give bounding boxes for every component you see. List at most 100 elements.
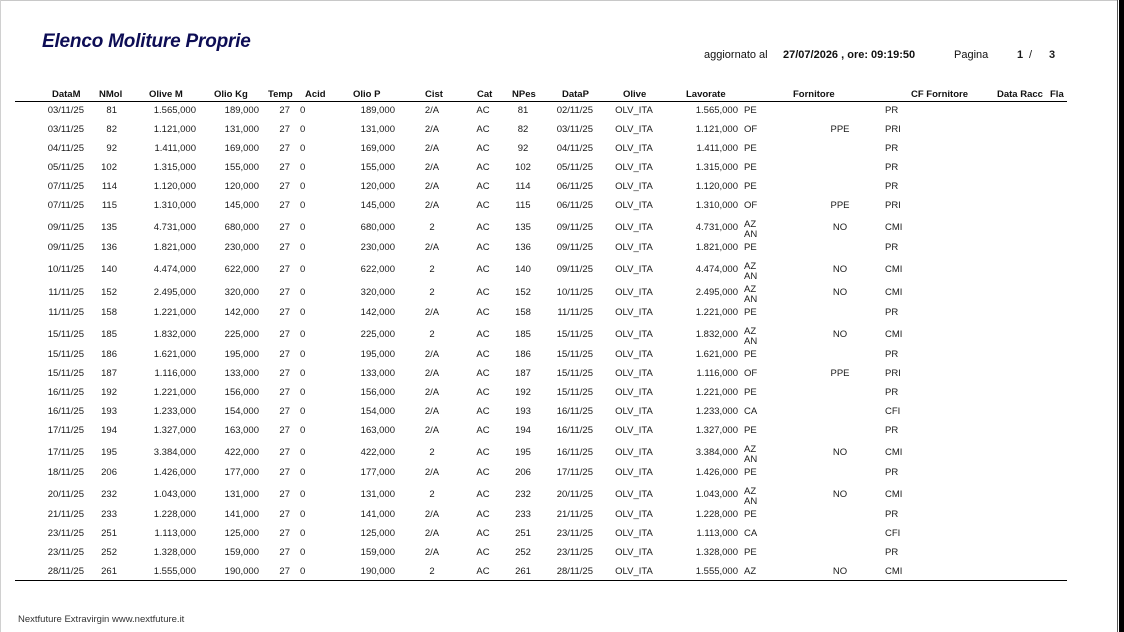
cell-lavorate: 1.832,000 bbox=[695, 329, 738, 340]
cell-cat: AC bbox=[476, 181, 490, 192]
cell-temp: 27 bbox=[279, 349, 290, 360]
cell-fornitore-type: PE bbox=[744, 425, 757, 436]
col-header-acid: Acid bbox=[305, 89, 326, 100]
cell-olio-kg: 320,000 bbox=[224, 287, 259, 298]
updated-timestamp: 27/07/2026 , ore: 09:19:50 bbox=[783, 49, 916, 61]
cell-olio-kg: 189,000 bbox=[224, 105, 259, 116]
cell-olive-m: 1.233,000 bbox=[153, 406, 196, 417]
cell-olive: OLV_ITA bbox=[615, 287, 653, 298]
cell-fornitore: PPE bbox=[830, 200, 850, 211]
cell-olio-p: 230,000 bbox=[360, 242, 395, 253]
cell-acid: 0 bbox=[300, 200, 306, 211]
cell-temp: 27 bbox=[279, 489, 290, 500]
cell-temp: 27 bbox=[279, 200, 290, 211]
report-title: Elenco Moliture Proprie bbox=[42, 31, 251, 52]
cell-olio-kg: 155,000 bbox=[224, 162, 259, 173]
col-header-cf-fornitore: CF Fornitore bbox=[911, 89, 968, 100]
cell-npes: 187 bbox=[515, 368, 531, 379]
cell-olive-m: 1.327,000 bbox=[153, 425, 196, 436]
table-row: 03/11/25 81 1.565,000 189,000 27 0 189,000 2/A A… bbox=[0, 103, 1067, 122]
cell-cat: AC bbox=[476, 547, 490, 558]
cell-olive-m: 1.121,000 bbox=[153, 124, 196, 135]
cell-fornitore-type: CA bbox=[744, 528, 758, 539]
cell-olive-m: 1.555,000 bbox=[153, 566, 196, 577]
cell-olio-p: 131,000 bbox=[360, 489, 395, 500]
cell-datap: 21/11/25 bbox=[556, 509, 593, 520]
cell-lavorate: 1.565,000 bbox=[695, 105, 738, 116]
cell-olio-p: 159,000 bbox=[360, 547, 395, 558]
cell-npes: 102 bbox=[515, 162, 531, 173]
col-header-fornitore: Fornitore bbox=[793, 89, 835, 100]
cell-lavorate: 1.555,000 bbox=[695, 566, 738, 577]
cell-nmol: 252 bbox=[101, 547, 117, 558]
cell-olio-p: 190,000 bbox=[360, 566, 395, 577]
table-row: 16/11/25 192 1.221,000 156,000 27 0 156,000 2/A… bbox=[0, 385, 1067, 404]
cell-olio-kg: 177,000 bbox=[224, 467, 259, 478]
table-row: 09/11/25 135 4.731,000 680,000 27 0 680,000 2 AC… bbox=[0, 217, 1067, 240]
col-header-nmol: NMol bbox=[99, 89, 123, 100]
cell-cat: AC bbox=[476, 162, 490, 173]
cell-cf-fornitore: PR bbox=[885, 143, 899, 154]
cell-fornitore: NO bbox=[832, 222, 848, 233]
cell-cat: AC bbox=[476, 200, 490, 211]
cell-olio-p: 169,000 bbox=[360, 143, 395, 154]
cell-acid: 0 bbox=[300, 387, 306, 398]
cell-cf-fornitore: CFI bbox=[885, 406, 901, 417]
cell-temp: 27 bbox=[279, 447, 290, 458]
cell-datam: 11/11/25 bbox=[48, 287, 84, 298]
cell-cist: 2/A bbox=[424, 368, 440, 379]
cell-cat: AC bbox=[476, 349, 490, 360]
cell-acid: 0 bbox=[300, 242, 306, 253]
col-header-lavorate: Lavorate bbox=[686, 89, 726, 100]
cell-olive: OLV_ITA bbox=[615, 387, 653, 398]
cell-olive-m: 1.821,000 bbox=[153, 242, 196, 253]
cell-olio-kg: 145,000 bbox=[224, 200, 259, 211]
cell-olio-kg: 190,000 bbox=[224, 566, 259, 577]
cell-acid: 0 bbox=[300, 566, 306, 577]
cell-cist: 2/A bbox=[424, 162, 440, 173]
cell-olio-kg: 131,000 bbox=[224, 489, 259, 500]
cell-temp: 27 bbox=[279, 105, 290, 116]
cell-olive-m: 1.621,000 bbox=[153, 349, 196, 360]
cell-fornitore: NO bbox=[832, 287, 848, 298]
cell-lavorate: 1.327,000 bbox=[695, 425, 738, 436]
cell-datam: 23/11/25 bbox=[47, 547, 84, 558]
cell-datap: 16/11/25 bbox=[556, 447, 593, 458]
cell-cist: 2/A bbox=[424, 307, 440, 318]
cell-datap: 20/11/25 bbox=[556, 489, 593, 500]
cell-fornitore-type: PE bbox=[744, 143, 757, 154]
cell-nmol: 82 bbox=[106, 124, 117, 135]
cell-olive: OLV_ITA bbox=[615, 349, 653, 360]
cell-datap: 15/11/25 bbox=[556, 387, 593, 398]
cell-lavorate: 1.228,000 bbox=[695, 509, 738, 520]
cell-olive: OLV_ITA bbox=[615, 124, 653, 135]
col-header-olio-p: Olio P bbox=[353, 89, 381, 100]
cell-nmol: 114 bbox=[101, 181, 117, 192]
cell-npes: 192 bbox=[515, 387, 531, 398]
cell-olive-m: 1.832,000 bbox=[153, 329, 196, 340]
cell-datam: 17/11/25 bbox=[47, 447, 84, 458]
cell-npes: 115 bbox=[515, 200, 531, 211]
cell-olio-kg: 120,000 bbox=[224, 181, 259, 192]
cell-acid: 0 bbox=[300, 287, 306, 298]
cell-fornitore-type2: AN bbox=[744, 454, 758, 465]
cell-lavorate: 4.474,000 bbox=[695, 264, 738, 275]
cell-nmol: 195 bbox=[101, 447, 117, 458]
cell-cat: AC bbox=[476, 105, 490, 116]
cell-temp: 27 bbox=[279, 467, 290, 478]
table-row: 15/11/25 185 1.832,000 225,000 27 0 225,000 2 AC… bbox=[0, 324, 1067, 347]
cell-cist: 2 bbox=[429, 566, 435, 577]
cell-cat: AC bbox=[476, 425, 490, 436]
cell-nmol: 251 bbox=[101, 528, 117, 539]
cell-datam: 20/11/25 bbox=[47, 489, 84, 500]
cell-lavorate: 2.495,000 bbox=[695, 287, 738, 298]
cell-cf-fornitore: PR bbox=[885, 307, 899, 318]
col-header-datam: DataM bbox=[52, 89, 81, 100]
table-row: 10/11/25 140 4.474,000 622,000 27 0 622,000 2 AC… bbox=[0, 259, 1067, 282]
cell-datap: 15/11/25 bbox=[556, 349, 593, 360]
cell-npes: 152 bbox=[515, 287, 531, 298]
cell-cat: AC bbox=[476, 287, 490, 298]
col-header-npes: NPes bbox=[512, 89, 536, 100]
cell-olive: OLV_ITA bbox=[615, 489, 653, 500]
cell-lavorate: 1.233,000 bbox=[695, 406, 738, 417]
